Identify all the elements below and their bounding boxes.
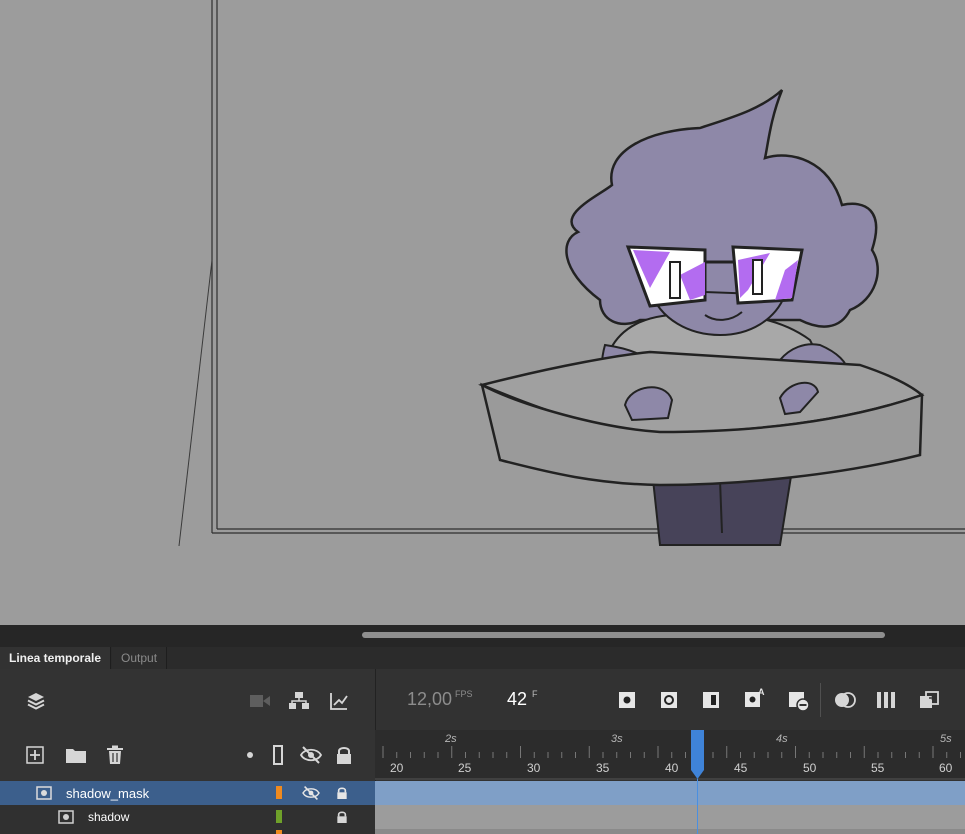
layer-color-chip[interactable] <box>276 810 282 823</box>
tab-output[interactable]: Output <box>112 647 168 669</box>
playhead-line <box>697 779 698 834</box>
fps-value: 12,00 <box>407 689 453 709</box>
layer-color-chip[interactable] <box>276 786 282 799</box>
ruler-frame-label: 35 <box>596 761 610 775</box>
toolbar-separator <box>820 683 821 717</box>
lock-icon[interactable] <box>333 744 355 766</box>
folder-icon[interactable] <box>64 744 88 766</box>
onion-skin-icon[interactable] <box>832 689 858 711</box>
layer-name[interactable]: shadow_mask <box>66 786 149 801</box>
layer-name[interactable]: shadow <box>88 810 129 824</box>
ruler-frame-label: 60 <box>939 761 953 775</box>
eye-hidden-icon[interactable] <box>300 784 322 802</box>
fps-unit: FPS <box>455 689 473 699</box>
fps-display[interactable]: 12,00 FPS <box>407 689 473 710</box>
panel-tabs: Linea temporale Output <box>0 647 965 670</box>
playhead-handle[interactable] <box>690 730 705 780</box>
auto-keyframe-icon[interactable]: A <box>742 685 768 711</box>
insert-frame-icon[interactable] <box>700 689 722 711</box>
masked-layer-icon <box>58 809 74 825</box>
mask-layer-icon <box>36 785 52 801</box>
ruler-frame-label: 25 <box>458 761 472 775</box>
layer-row[interactable]: shadow_mask <box>0 781 375 805</box>
insert-blank-keyframe-icon[interactable] <box>658 689 680 711</box>
parenting-icon[interactable] <box>287 689 311 713</box>
edit-multiple-frames-icon[interactable] <box>874 689 900 711</box>
ruler-frame-label: 45 <box>734 761 748 775</box>
tab-timeline[interactable]: Linea temporale <box>0 647 112 669</box>
ruler-second-label: 3s <box>611 733 623 745</box>
ruler-second-label: 5s <box>940 733 952 745</box>
horizontal-scrollbar[interactable] <box>362 632 885 638</box>
layer-row[interactable]: shadow <box>0 805 375 829</box>
frame-value: 42 <box>507 689 528 709</box>
timeline-ruler[interactable]: 2s 3s 4s 5s 20 25 30 35 40 45 50 55 60 <box>375 730 965 780</box>
lock-icon[interactable] <box>334 785 350 801</box>
layer-track[interactable] <box>375 805 965 829</box>
frame-unit: F <box>532 689 538 699</box>
remove-frame-icon[interactable] <box>786 689 812 713</box>
ruler-frame-label: 40 <box>665 761 679 775</box>
insert-keyframe-icon[interactable] <box>616 689 638 711</box>
trash-icon[interactable] <box>104 743 126 767</box>
ruler-frame-label: 30 <box>527 761 541 775</box>
camera-icon[interactable] <box>248 689 272 713</box>
tween-icon[interactable] <box>916 689 942 711</box>
ruler-second-label: 4s <box>776 733 788 745</box>
layer-track[interactable] <box>375 829 965 834</box>
ruler-frame-label: 50 <box>803 761 817 775</box>
ruler-second-label: 2s <box>445 733 457 745</box>
highlight-dot-icon[interactable] <box>244 749 256 761</box>
frame-display[interactable]: 42 F <box>507 689 538 710</box>
outline-toggle-icon[interactable] <box>270 744 286 766</box>
graph-icon[interactable] <box>327 689 351 713</box>
layer-color-chip[interactable] <box>276 830 282 834</box>
svg-text:A: A <box>758 687 765 697</box>
layer-row[interactable] <box>0 829 375 834</box>
ruler-frame-label: 20 <box>390 761 404 775</box>
stage-artwork <box>178 0 965 547</box>
ruler-frame-label: 55 <box>871 761 885 775</box>
add-layer-icon[interactable] <box>24 744 46 766</box>
stage-canvas[interactable] <box>0 0 965 625</box>
lock-icon[interactable] <box>334 809 350 825</box>
layers-icon[interactable] <box>24 689 48 713</box>
eye-hidden-icon[interactable] <box>298 744 324 766</box>
layer-track-selected[interactable] <box>375 781 965 805</box>
